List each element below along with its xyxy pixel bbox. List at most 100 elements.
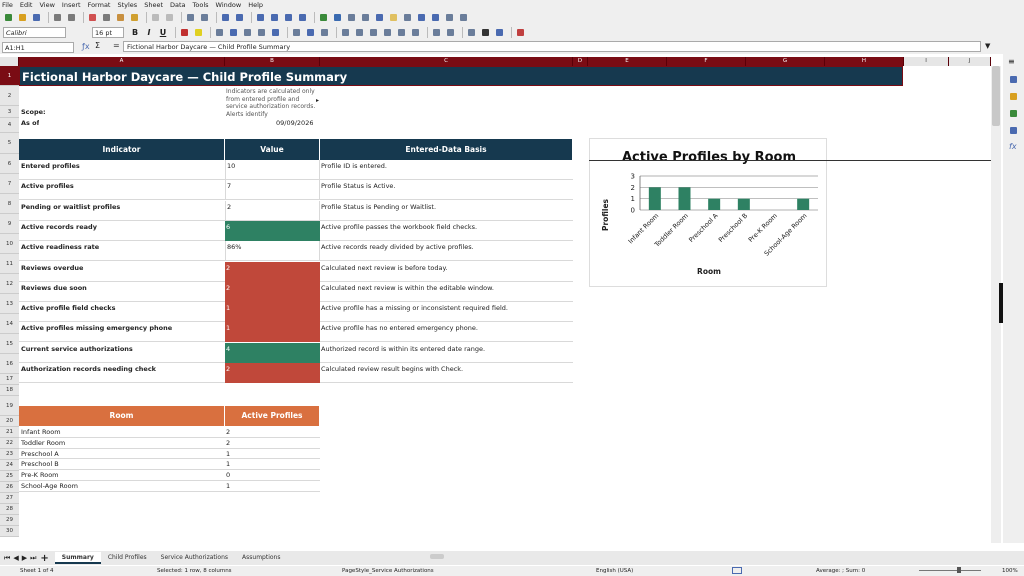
formula-input[interactable]: Fictional Harbor Daycare — Child Profile… (123, 41, 981, 52)
room-count-header[interactable]: Active Profiles (225, 406, 320, 426)
indicator-label[interactable]: Active records ready (21, 223, 221, 231)
scroll-thumb[interactable] (992, 66, 1000, 126)
indicator-basis[interactable]: Calculated next review is before today. (321, 264, 571, 272)
borders-icon[interactable] (466, 27, 477, 38)
styles-icon[interactable] (1008, 91, 1019, 102)
row-header-25[interactable]: 25 (0, 471, 19, 482)
freeze-rows-columns-icon[interactable] (430, 12, 441, 23)
row-header-30[interactable]: 30 (0, 526, 19, 537)
row-header-14[interactable]: 14 (0, 314, 19, 334)
save-icon[interactable] (31, 12, 42, 23)
room-name[interactable]: Infant Room (21, 428, 61, 436)
indicator-label[interactable]: Active profiles (21, 182, 221, 190)
indicator-value[interactable]: 6 (225, 220, 320, 241)
row-header-17[interactable]: 17 (0, 374, 19, 385)
add-sheet-icon[interactable]: + (40, 553, 48, 564)
indicator-label[interactable]: Reviews due soon (21, 284, 221, 292)
indicator-basis[interactable]: Profile Status is Active. (321, 182, 571, 190)
room-count[interactable]: 0 (226, 471, 230, 479)
align-bottom-icon[interactable] (319, 27, 330, 38)
indicator-basis[interactable]: Profile Status is Pending or Waitlist. (321, 203, 571, 211)
decrease-indent-icon[interactable] (445, 27, 456, 38)
insert-image-icon[interactable] (318, 12, 329, 23)
menu-styles[interactable]: Styles (117, 1, 137, 9)
center-vertically-icon[interactable] (305, 27, 316, 38)
row-header-12[interactable]: 12 (0, 274, 19, 294)
indicator-value[interactable]: 7 (225, 180, 320, 201)
indicator-value[interactable]: 1 (225, 302, 320, 323)
expand-formula-icon[interactable]: ▼ (985, 42, 990, 50)
asof-label[interactable]: As of (21, 119, 39, 127)
last-sheet-icon[interactable]: ⏭ (30, 554, 36, 563)
column-header-a[interactable]: A (19, 57, 225, 66)
increase-indent-icon[interactable] (431, 27, 442, 38)
indicator-value[interactable]: 2 (225, 261, 320, 282)
indicator-basis[interactable]: Authorized record is within its entered … (321, 345, 571, 353)
bold-icon[interactable]: B (130, 28, 140, 37)
room-count[interactable]: 1 (226, 450, 230, 458)
row-header-3[interactable]: 3 (0, 106, 19, 118)
row-icon[interactable] (220, 12, 231, 23)
indicator-label[interactable]: Authorization records needing check (21, 365, 221, 373)
room-name[interactable]: Preschool A (21, 450, 59, 458)
zoom-slider[interactable] (919, 570, 981, 571)
undo-icon[interactable] (150, 12, 161, 23)
column-icon[interactable] (234, 12, 245, 23)
row-header-4[interactable]: 4 (0, 118, 19, 133)
indicator-value[interactable]: 86% (225, 241, 320, 262)
sort-descending-icon[interactable] (283, 12, 294, 23)
pivot-table-icon[interactable] (346, 12, 357, 23)
spelling-icon[interactable] (199, 12, 210, 23)
function-wizard-icon[interactable]: ƒx (82, 42, 90, 51)
tab-scroll-handle[interactable] (430, 554, 444, 559)
delete-decimal-icon[interactable] (410, 27, 421, 38)
row-header-27[interactable]: 27 (0, 493, 19, 504)
conditional-format-icon[interactable] (515, 27, 526, 38)
row-header-11[interactable]: 11 (0, 254, 19, 274)
row-header-9[interactable]: 9 (0, 214, 19, 234)
export-pdf-icon[interactable] (52, 12, 63, 23)
row-header-28[interactable]: 28 (0, 504, 19, 515)
indicator-value[interactable]: 2 (225, 200, 320, 221)
print-icon[interactable] (66, 12, 77, 23)
clone-formatting-icon[interactable] (129, 12, 140, 23)
border-color-icon[interactable] (494, 27, 505, 38)
sheet-title[interactable]: Fictional Harbor Daycare — Child Profile… (19, 66, 903, 86)
highlight-color-icon[interactable] (193, 27, 204, 38)
indicator-basis[interactable]: Active records ready divided by active p… (321, 243, 571, 251)
next-sheet-icon[interactable]: ▶ (22, 554, 27, 562)
first-sheet-icon[interactable]: ⏮ (4, 554, 10, 563)
asof-value[interactable]: 09/09/2026 (276, 119, 313, 127)
menu-file[interactable]: File (2, 1, 13, 9)
format-number-icon[interactable] (368, 27, 379, 38)
add-decimal-icon[interactable] (396, 27, 407, 38)
format-currency-icon[interactable] (340, 27, 351, 38)
selection-mode-icon[interactable] (732, 567, 742, 574)
row-header-22[interactable]: 22 (0, 438, 19, 449)
row-header-20[interactable]: 20 (0, 416, 19, 427)
wrap-text-icon[interactable] (256, 27, 267, 38)
indicator-basis[interactable]: Active profile has a missing or inconsis… (321, 304, 571, 312)
font-name-box[interactable]: Calibri (3, 27, 66, 38)
indicator-label[interactable]: Active readiness rate (21, 243, 221, 251)
functions-icon[interactable]: fx (1009, 142, 1017, 151)
define-print-area-icon[interactable] (416, 12, 427, 23)
indicator-label[interactable]: Active profiles missing emergency phone (21, 324, 221, 332)
indicator-basis[interactable]: Active profile passes the workbook field… (321, 223, 571, 231)
open-icon[interactable] (17, 12, 28, 23)
indicator-value[interactable]: 2 (225, 363, 320, 383)
row-header-21[interactable]: 21 (0, 427, 19, 438)
status-language[interactable]: English (USA) (596, 568, 633, 574)
cut-icon[interactable] (87, 12, 98, 23)
comment-icon[interactable] (388, 12, 399, 23)
select-all-corner[interactable] (0, 57, 19, 66)
format-percent-icon[interactable] (354, 27, 365, 38)
row-header-29[interactable]: 29 (0, 515, 19, 526)
indicator-basis[interactable]: Active profile has no entered emergency … (321, 324, 571, 332)
sort-icon[interactable] (255, 12, 266, 23)
navigator-icon[interactable] (1008, 125, 1019, 136)
italic-icon[interactable]: I (144, 28, 154, 37)
gallery-icon[interactable] (1008, 108, 1019, 119)
row-header-2[interactable]: 2 (0, 86, 19, 106)
row-header-7[interactable]: 7 (0, 174, 19, 194)
